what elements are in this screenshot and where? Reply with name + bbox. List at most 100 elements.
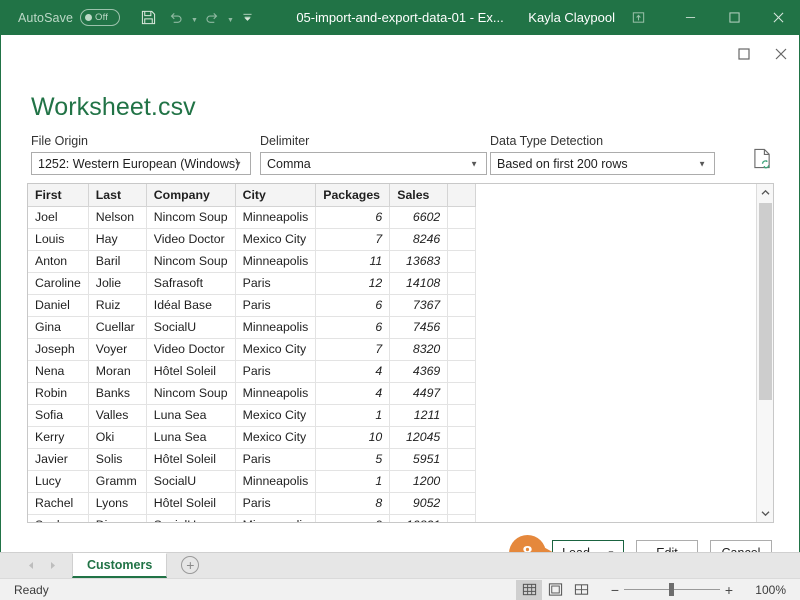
autosave-state-label: Off	[95, 12, 108, 23]
table-cell	[448, 272, 476, 294]
table-row: RobinBanksNincom SoupMinneapolis44497	[28, 382, 476, 404]
table-cell: Gramm	[88, 470, 146, 492]
redo-dropdown-icon[interactable]: ▼	[227, 17, 234, 24]
table-cell: Saulo	[28, 514, 88, 523]
window-maximize-button[interactable]	[712, 0, 756, 35]
data-type-detection-field: Data Type Detection Based on first 200 r…	[490, 134, 715, 175]
table-cell: 1	[316, 470, 390, 492]
column-header-blank[interactable]	[448, 184, 476, 206]
autosave-label: AutoSave	[18, 11, 73, 25]
column-header-sales[interactable]: Sales	[390, 184, 448, 206]
table-cell: Banks	[88, 382, 146, 404]
table-row: JavierSolisHôtel SoleilParis55951	[28, 448, 476, 470]
table-cell: Video Doctor	[146, 228, 235, 250]
table-cell: Paris	[235, 360, 316, 382]
zoom-slider-thumb[interactable]	[669, 583, 674, 596]
file-origin-label: File Origin	[31, 134, 251, 148]
table-row: CarolineJolieSafrasoftParis1214108	[28, 272, 476, 294]
zoom-in-button[interactable]: +	[720, 582, 738, 598]
table-cell: SocialU	[146, 316, 235, 338]
save-icon[interactable]	[134, 4, 162, 32]
add-sheet-button[interactable]: +	[181, 556, 199, 574]
column-header-first[interactable]: First	[28, 184, 88, 206]
scroll-down-icon[interactable]	[757, 505, 774, 522]
next-sheet-icon[interactable]	[42, 557, 64, 573]
table-cell	[448, 316, 476, 338]
page-break-preview-button[interactable]	[568, 580, 594, 600]
table-cell	[448, 492, 476, 514]
redo-icon[interactable]	[198, 4, 226, 32]
table-cell: Oki	[88, 426, 146, 448]
dialog-maximize-button[interactable]	[725, 35, 762, 72]
column-header-packages[interactable]: Packages	[316, 184, 390, 206]
preview-vertical-scrollbar[interactable]	[756, 184, 773, 522]
table-cell	[448, 228, 476, 250]
table-cell: Joseph	[28, 338, 88, 360]
table-header-row: First Last Company City Packages Sales	[28, 184, 476, 206]
table-cell: 1211	[390, 404, 448, 426]
column-header-city[interactable]: City	[235, 184, 316, 206]
table-cell	[448, 514, 476, 523]
file-origin-value: 1252: Western European (Windows)	[38, 157, 239, 171]
table-cell: Minneapolis	[235, 514, 316, 523]
table-cell: 7367	[390, 294, 448, 316]
autosave-toggle[interactable]: Off	[80, 9, 120, 26]
scroll-up-icon[interactable]	[757, 184, 774, 201]
table-cell: Valles	[88, 404, 146, 426]
column-header-company[interactable]: Company	[146, 184, 235, 206]
title-bar-right: Kayla Claypool	[528, 0, 800, 35]
table-cell: Minneapolis	[235, 250, 316, 272]
table-cell: SocialU	[146, 514, 235, 523]
sheet-tab-customers[interactable]: Customers	[72, 553, 167, 578]
table-cell: Video Doctor	[146, 338, 235, 360]
window-minimize-button[interactable]	[668, 0, 712, 35]
table-cell: 12	[316, 272, 390, 294]
table-cell: Mexico City	[235, 338, 316, 360]
share-icon[interactable]	[631, 10, 646, 25]
table-cell: Nincom Soup	[146, 382, 235, 404]
table-cell: Diaz	[88, 514, 146, 523]
undo-icon[interactable]	[162, 4, 190, 32]
table-body: JoelNelsonNincom SoupMinneapolis66602Lou…	[28, 206, 476, 523]
data-type-detection-select[interactable]: Based on first 200 rows ▼	[490, 152, 715, 175]
table-row: RachelLyonsHôtel SoleilParis89052	[28, 492, 476, 514]
zoom-level-label[interactable]: 100%	[738, 583, 786, 597]
table-cell: Anton	[28, 250, 88, 272]
normal-view-button[interactable]	[516, 580, 542, 600]
table-cell: 6	[316, 294, 390, 316]
table-cell: 5	[316, 448, 390, 470]
dialog-close-button[interactable]	[762, 35, 799, 72]
file-origin-select[interactable]: 1252: Western European (Windows) ▼	[31, 152, 251, 175]
customize-quick-access-toolbar-icon[interactable]	[234, 4, 262, 32]
table-cell: 6	[316, 206, 390, 228]
table-cell: Sofia	[28, 404, 88, 426]
sheet-nav-arrows	[20, 557, 64, 573]
table-cell: 7456	[390, 316, 448, 338]
zoom-control: − +	[606, 582, 738, 598]
quick-access-toolbar: ▼ ▼	[134, 4, 262, 32]
column-header-last[interactable]: Last	[88, 184, 146, 206]
sheet-tab-bar: Customers +	[0, 552, 800, 578]
page-layout-view-button[interactable]	[542, 580, 568, 600]
table-cell	[448, 448, 476, 470]
excel-window: AutoSave Off ▼ ▼ 05-import-and-export-da…	[0, 0, 800, 600]
zoom-slider[interactable]	[624, 589, 720, 590]
scrollbar-thumb[interactable]	[759, 203, 772, 400]
table-cell: 12045	[390, 426, 448, 448]
previous-sheet-icon[interactable]	[20, 557, 42, 573]
zoom-out-button[interactable]: −	[606, 582, 624, 598]
title-bar: AutoSave Off ▼ ▼ 05-import-and-export-da…	[0, 0, 800, 35]
window-close-button[interactable]	[756, 0, 800, 35]
undo-dropdown-icon[interactable]: ▼	[191, 17, 198, 24]
table-cell	[448, 426, 476, 448]
user-name[interactable]: Kayla Claypool	[528, 10, 615, 25]
table-cell: Moran	[88, 360, 146, 382]
table-row: SofiaVallesLuna SeaMexico City11211	[28, 404, 476, 426]
refresh-document-icon[interactable]	[753, 148, 772, 169]
status-text: Ready	[14, 583, 49, 597]
table-cell	[448, 470, 476, 492]
table-cell: Nelson	[88, 206, 146, 228]
delimiter-select[interactable]: Comma ▼	[260, 152, 487, 175]
table-cell: 6	[316, 316, 390, 338]
table-cell	[448, 338, 476, 360]
